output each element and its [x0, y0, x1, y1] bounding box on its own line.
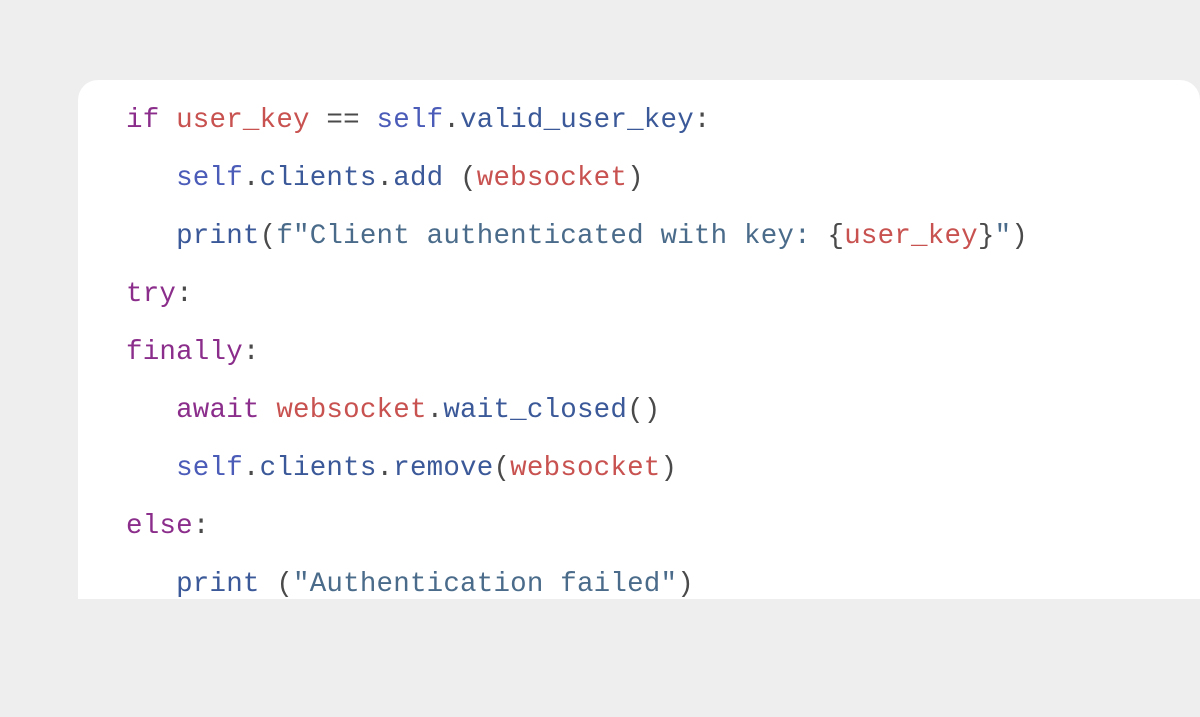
- code-token: .: [377, 163, 394, 194]
- code-token: :: [176, 279, 193, 310]
- code-token: .: [243, 163, 260, 194]
- code-token: else: [126, 511, 193, 542]
- code-block: if user_key == self.valid_user_key: self…: [78, 80, 1200, 599]
- code-token: {: [828, 221, 845, 252]
- code-line: finally:: [126, 338, 1200, 367]
- code-line: await websocket.wait_closed(): [126, 396, 1200, 425]
- code-token: add: [393, 163, 443, 194]
- code-token: .: [427, 395, 444, 426]
- code-token: websocket: [510, 453, 660, 484]
- code-token: print: [176, 221, 260, 252]
- code-token: .: [243, 453, 260, 484]
- code-line: try:: [126, 280, 1200, 309]
- code-line: else:: [126, 512, 1200, 541]
- code-token: user_key: [176, 105, 310, 136]
- code-token: (: [260, 221, 277, 252]
- code-token: ): [627, 163, 644, 194]
- code-token: wait_closed: [443, 395, 627, 426]
- code-token: await: [176, 395, 276, 426]
- code-token: (: [443, 163, 476, 194]
- code-token: print: [176, 569, 276, 600]
- code-token: self: [176, 453, 243, 484]
- code-token: ): [661, 453, 678, 484]
- code-token: clients: [260, 163, 377, 194]
- code-token: try: [126, 279, 176, 310]
- code-token: self: [377, 105, 444, 136]
- code-token: remove: [393, 453, 493, 484]
- code-line: self.clients.remove(websocket): [126, 454, 1200, 483]
- code-token: "Authentication failed": [293, 569, 677, 600]
- code-token: :: [694, 105, 711, 136]
- code-token: :: [193, 511, 210, 542]
- code-token: }: [978, 221, 995, 252]
- code-token: (: [493, 453, 510, 484]
- code-token: ": [995, 221, 1012, 252]
- code-token: :: [243, 337, 260, 368]
- code-token: websocket: [276, 395, 426, 426]
- code-token: (: [276, 569, 293, 600]
- code-token: (): [627, 395, 660, 426]
- code-line: self.clients.add (websocket): [126, 164, 1200, 193]
- code-token: user_key: [844, 221, 978, 252]
- code-token: ==: [310, 105, 377, 136]
- code-line: print(f"Client authenticated with key: {…: [126, 222, 1200, 251]
- code-line: print ("Authentication failed"): [126, 570, 1200, 599]
- code-line: if user_key == self.valid_user_key:: [126, 106, 1200, 135]
- code-token: websocket: [477, 163, 627, 194]
- code-token: clients: [260, 453, 377, 484]
- code-token: finally: [126, 337, 243, 368]
- code-token: .: [443, 105, 460, 136]
- code-token: if: [126, 105, 176, 136]
- code-token: ): [677, 569, 694, 600]
- code-token: .: [377, 453, 394, 484]
- code-token: self: [176, 163, 243, 194]
- code-token: ): [1011, 221, 1028, 252]
- code-token: valid_user_key: [460, 105, 694, 136]
- code-token: f"Client authenticated with key:: [276, 221, 827, 252]
